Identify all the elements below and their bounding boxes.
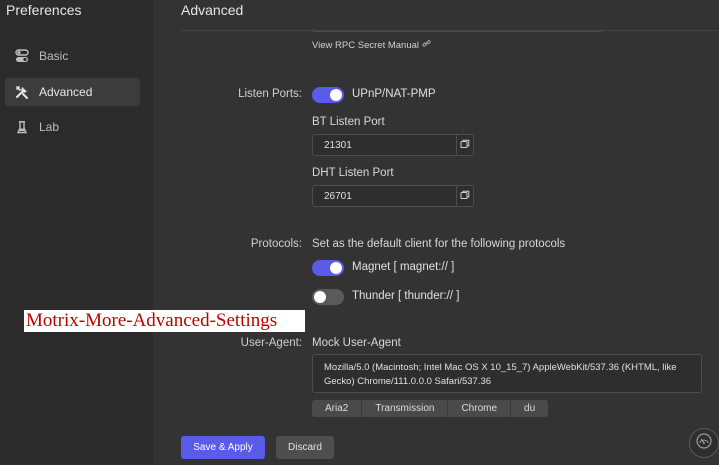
discard-button[interactable]: Discard <box>276 436 334 459</box>
user-agent-presets: Aria2 Transmission Chrome du <box>312 400 549 417</box>
rpc-manual-link[interactable]: View RPC Secret Manual <box>312 39 431 51</box>
rpc-manual-link-text: View RPC Secret Manual <box>312 39 420 51</box>
sidebar-title: Preferences <box>6 2 82 18</box>
dice-icon <box>460 187 470 205</box>
dht-port-randomize-button[interactable] <box>456 186 473 206</box>
rpc-secret-field-edge <box>312 29 603 32</box>
ua-preset-aria2-button[interactable]: Aria2 <box>312 400 363 417</box>
page-title: Advanced <box>181 2 244 18</box>
sidebar-item-basic[interactable]: Basic <box>5 42 140 70</box>
speedometer-icon <box>695 432 713 455</box>
dht-listen-port-input[interactable] <box>313 186 456 206</box>
sidebar-item-lab[interactable]: Lab <box>5 113 140 141</box>
protocols-description: Set as the default client for the follow… <box>312 238 566 250</box>
save-apply-button[interactable]: Save & Apply <box>181 436 265 459</box>
magnet-label: Magnet [ magnet:// ] <box>352 261 455 273</box>
bt-listen-port-label: BT Listen Port <box>312 116 385 128</box>
magnet-toggle[interactable] <box>312 260 344 276</box>
flask-icon <box>5 120 39 134</box>
ua-preset-du-button[interactable]: du <box>511 400 549 417</box>
watermark-caption: Motrix-More-Advanced-Settings <box>24 310 305 332</box>
toggles-icon <box>5 49 39 63</box>
ua-preset-transmission-button[interactable]: Transmission <box>362 400 449 417</box>
toggle-knob <box>330 262 342 274</box>
upnp-label: UPnP/NAT-PMP <box>352 88 436 100</box>
toggle-knob <box>314 291 326 303</box>
thunder-label: Thunder [ thunder:// ] <box>352 290 460 302</box>
thunder-toggle[interactable] <box>312 289 344 305</box>
user-agent-label: User-Agent: <box>240 337 302 349</box>
protocols-label: Protocols: <box>250 238 302 250</box>
upnp-toggle[interactable] <box>312 87 344 103</box>
listen-ports-label: Listen Ports: <box>238 88 302 100</box>
mock-user-agent-label: Mock User-Agent <box>312 337 401 349</box>
sidebar: Preferences Basic Advanced Lab <box>0 0 153 465</box>
dht-listen-port-label: DHT Listen Port <box>312 167 394 179</box>
tools-icon <box>5 85 39 99</box>
speedometer-button[interactable] <box>689 428 719 458</box>
ua-preset-chrome-button[interactable]: Chrome <box>448 400 512 417</box>
sidebar-item-label: Basic <box>39 49 69 63</box>
sidebar-item-label: Lab <box>39 120 60 134</box>
bt-listen-port-field <box>312 134 474 156</box>
bt-listen-port-input[interactable] <box>313 135 456 155</box>
link-icon <box>422 39 431 51</box>
toggle-knob <box>330 89 342 101</box>
dice-icon <box>460 136 470 154</box>
bt-port-randomize-button[interactable] <box>456 135 473 155</box>
sidebar-item-label: Advanced <box>39 85 93 99</box>
dht-listen-port-field <box>312 185 474 207</box>
user-agent-textarea[interactable]: Mozilla/5.0 (Macintosh; Intel Mac OS X 1… <box>312 354 702 393</box>
sidebar-item-advanced[interactable]: Advanced <box>5 78 140 106</box>
